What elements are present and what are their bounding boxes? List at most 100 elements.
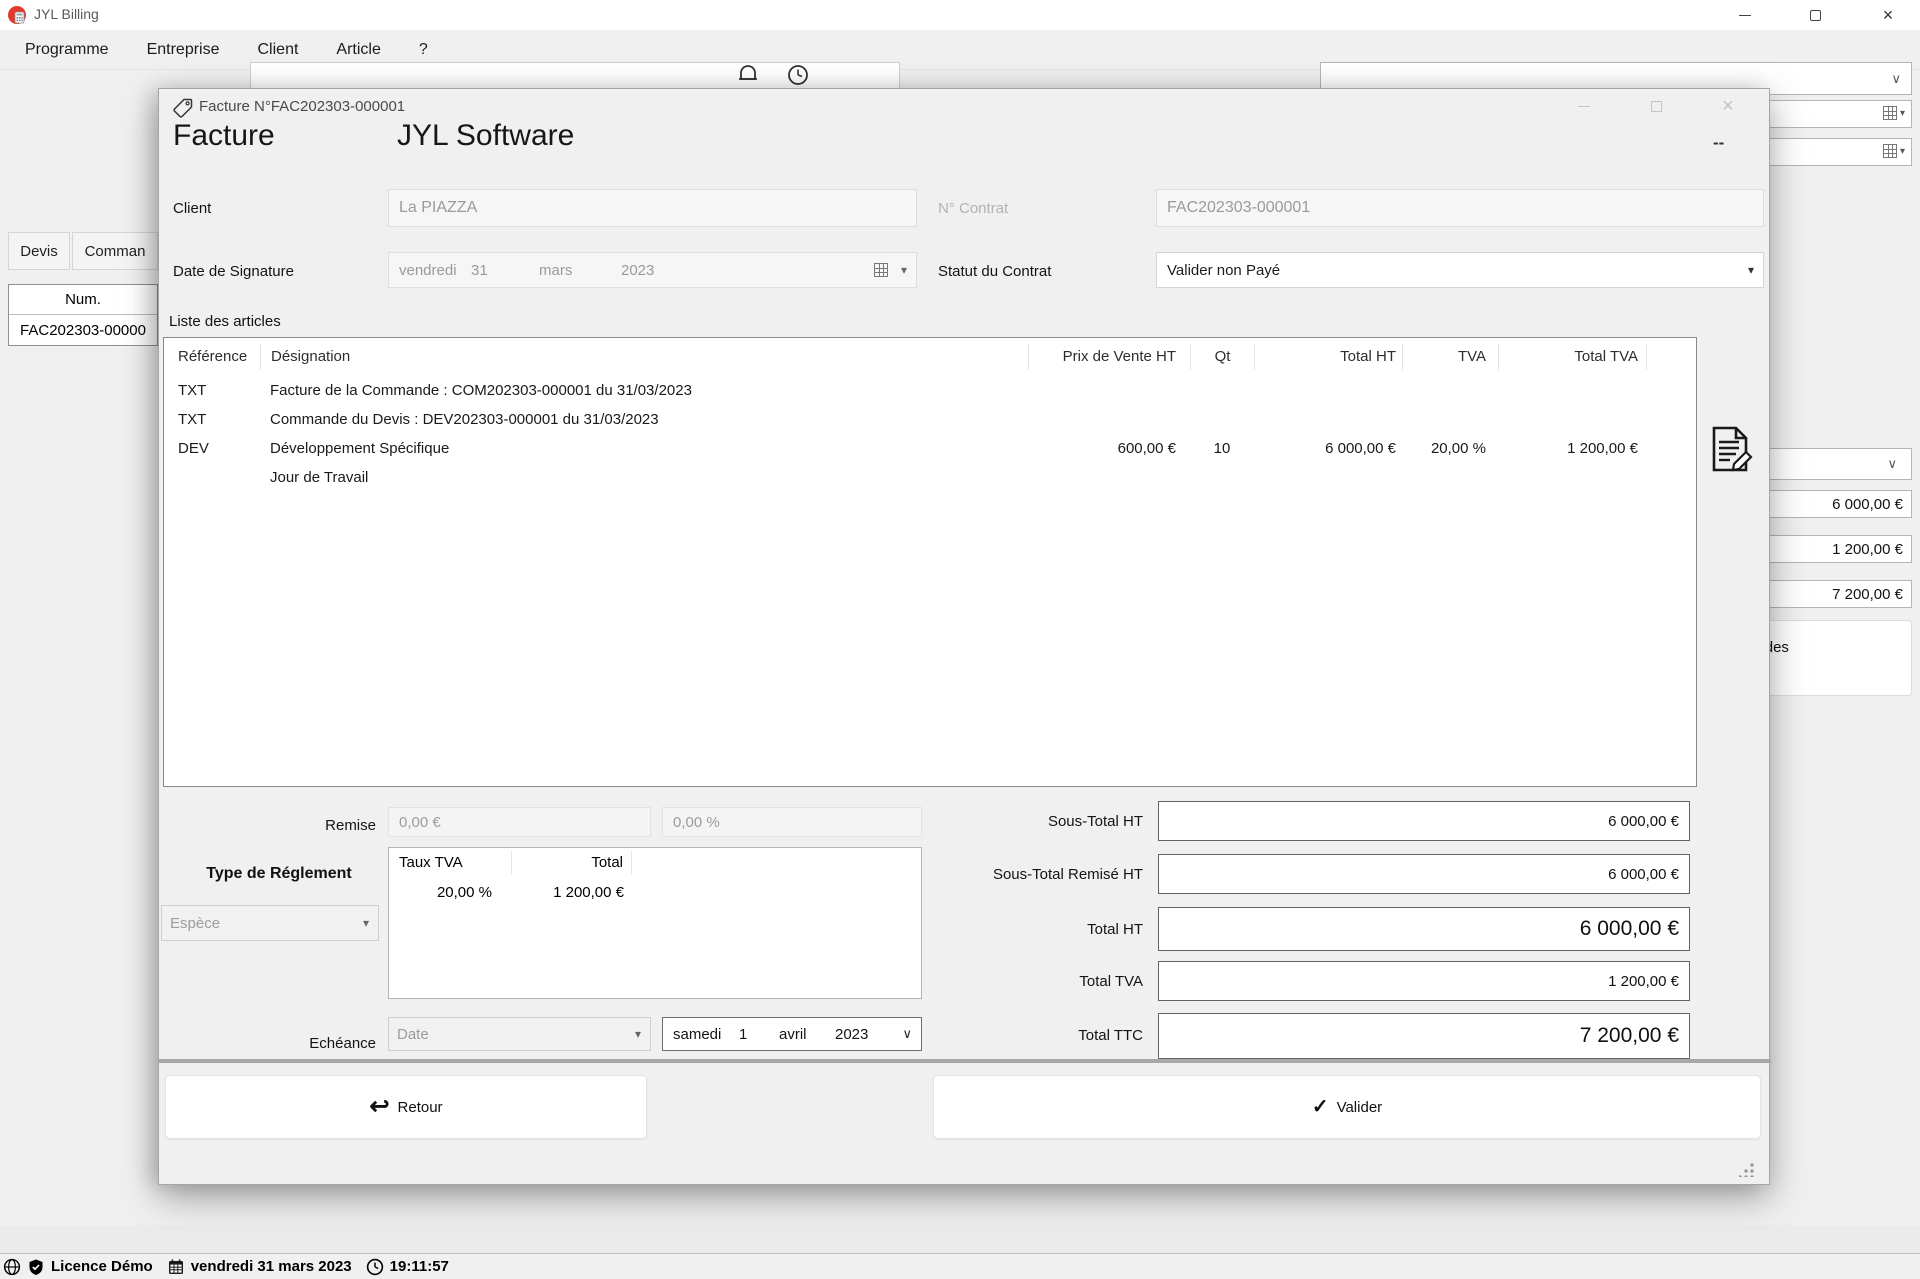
discount-label: Remise (325, 817, 376, 834)
background-lower-strip (0, 1225, 1920, 1253)
cell-qty: 10 (1213, 440, 1231, 457)
menu-help[interactable]: ? (419, 41, 428, 59)
back-button[interactable]: ↩ Retour (165, 1075, 647, 1139)
cell-designation: Développement Spécifique (270, 440, 450, 457)
subtotal-ht-field[interactable]: 6 000,00 € (1158, 801, 1690, 841)
calendar-grid-icon (1882, 106, 1897, 120)
dropdown-arrow-icon: ▾ (1747, 263, 1754, 277)
total-ttc-label: Total TTC (1078, 1027, 1143, 1044)
cell-total-ht: 6 000,00 € (1325, 440, 1396, 457)
column-header-total-ht[interactable]: Total HT (1254, 344, 1402, 370)
total-ht-field[interactable]: 6 000,00 € (1158, 907, 1690, 951)
maximize-icon (1650, 100, 1662, 112)
cell-price: 600,00 € (1117, 440, 1176, 457)
cell-designation: Commande du Devis : DEV202303-000001 du … (270, 411, 659, 428)
menu-programme[interactable]: Programme (25, 41, 109, 59)
window-minimize-button[interactable] (1715, 0, 1775, 30)
subtotal-ht-label: Sous-Total HT (1047, 813, 1143, 830)
clock-icon[interactable] (785, 62, 811, 88)
list-item[interactable]: FAC202303-00000 (9, 315, 157, 345)
table-row[interactable]: TXT Commande du Devis : DEV202303-000001… (164, 405, 1696, 434)
licence-label: Licence Démo (51, 1258, 153, 1275)
resize-grip[interactable] (1739, 1161, 1755, 1177)
table-row[interactable]: TXT Facture de la Commande : COM202303-0… (164, 376, 1696, 405)
subtotal-remise-ht-field[interactable]: 6 000,00 € (1158, 854, 1690, 894)
validate-button[interactable]: ✓ Valider (933, 1075, 1761, 1139)
dialog-minimize-button[interactable] (1563, 89, 1605, 123)
column-header-designation[interactable]: Désignation (260, 344, 1028, 370)
cell-tva: 20,00 % (1430, 440, 1486, 457)
due-mode-value: Date (397, 1025, 429, 1043)
total-ht-label: Total HT (1087, 921, 1143, 938)
shield-icon (29, 1259, 43, 1275)
table-row[interactable]: Jour de Travail (164, 463, 1696, 492)
minimize-icon (1739, 14, 1751, 16)
invoice-dialog: Facture N°FAC202303-000001 × Facture JYL… (158, 88, 1771, 1185)
contract-status-combobox[interactable]: Valider non Payé ▾ (1156, 252, 1764, 288)
clock-icon (366, 1258, 383, 1275)
cell-designation: Jour de Travail (270, 469, 369, 486)
dialog-title: Facture N°FAC202303-000001 (199, 98, 406, 115)
column-header-num[interactable]: Num. (9, 285, 157, 315)
company-name: JYL Software (397, 119, 575, 152)
cell-reference: TXT (178, 411, 207, 428)
validate-button-label: Valider (1336, 1098, 1383, 1116)
articles-table-header: Référence Désignation Prix de Vente HT Q… (164, 338, 1696, 376)
application-window: JYL Billing × Programme Entreprise Clien… (0, 0, 1920, 1279)
undo-icon: ↩ (369, 1093, 390, 1120)
dialog-maximize-button[interactable] (1635, 89, 1677, 123)
dialog-close-button[interactable]: × (1707, 89, 1749, 123)
contract-number-label: N° Contrat (938, 200, 1009, 217)
edit-document-icon[interactable] (1706, 424, 1756, 478)
calendar-grid-icon (874, 263, 888, 281)
menu-client[interactable]: Client (258, 41, 299, 59)
chevron-down-icon: ∨ (1887, 456, 1897, 471)
client-field[interactable]: La PIAZZA (388, 189, 917, 227)
menu-entreprise[interactable]: Entreprise (147, 41, 220, 59)
date-part-year: 2023 (621, 261, 655, 279)
column-header-reference[interactable]: Référence (164, 344, 260, 370)
cell-taux-tva: 20,00 % (436, 883, 492, 901)
maximize-icon (1809, 9, 1821, 21)
contract-status-value: Valider non Payé (1167, 261, 1281, 279)
status-bar: Licence Démo vendredi 31 mars 2023 19:11… (0, 1253, 1920, 1279)
page-title: Facture (173, 119, 275, 152)
column-header-qty[interactable]: Qt (1190, 344, 1254, 370)
subtotal-remise-ht-label: Sous-Total Remisé HT (992, 866, 1143, 883)
payment-type-combobox[interactable]: Espèce ▾ (161, 905, 379, 941)
menu-article[interactable]: Article (336, 41, 380, 59)
window-close-button[interactable]: × (1858, 0, 1918, 30)
column-header-taux-tva[interactable]: Taux TVA (389, 851, 512, 875)
column-header-tva[interactable]: TVA (1402, 344, 1498, 370)
column-header-total-tva[interactable]: Total TVA (1498, 344, 1646, 370)
due-mode-combobox[interactable]: Date ▾ (388, 1017, 651, 1051)
tab-commandes[interactable]: Comman (72, 232, 158, 270)
column-header-price[interactable]: Prix de Vente HT (1028, 344, 1190, 370)
contract-status-label: Statut du Contrat (938, 263, 1052, 280)
bell-icon[interactable] (735, 62, 761, 88)
close-icon: × (1722, 95, 1734, 117)
back-button-label: Retour (397, 1098, 443, 1116)
total-ttc-field[interactable]: 7 200,00 € (1158, 1013, 1690, 1059)
cell-designation: Facture de la Commande : COM202303-00000… (270, 382, 692, 399)
total-tva-label: Total TVA (1079, 973, 1143, 990)
payment-type-label: Type de Réglement (206, 865, 352, 882)
signature-date-picker[interactable]: vendredi 31 mars 2023 ▾ (388, 252, 917, 288)
tab-devis[interactable]: Devis (8, 232, 70, 270)
window-maximize-button[interactable] (1785, 0, 1845, 30)
close-icon: × (1882, 5, 1894, 25)
dropdown-arrow-icon: ▾ (1899, 145, 1905, 157)
due-date-label: Echéance (309, 1035, 376, 1052)
total-tva-field[interactable]: 1 200,00 € (1158, 961, 1690, 1001)
chevron-down-icon: ∨ (1891, 71, 1901, 86)
date-part-month: mars (539, 261, 573, 279)
background-invoice-list: Num. FAC202303-00000 (8, 284, 158, 346)
discount-amount-field[interactable]: 0,00 € (388, 807, 651, 837)
table-row[interactable]: DEV Développement Spécifique 600,00 € 10… (164, 434, 1696, 463)
tag-icon (173, 98, 193, 118)
status-date: vendredi 31 mars 2023 (190, 1258, 352, 1275)
contract-number-field[interactable]: FAC202303-000001 (1156, 189, 1764, 227)
date-part-day: 1 (739, 1025, 748, 1043)
column-header-total[interactable]: Total (512, 851, 632, 875)
calendar-grid-icon (1882, 144, 1897, 158)
